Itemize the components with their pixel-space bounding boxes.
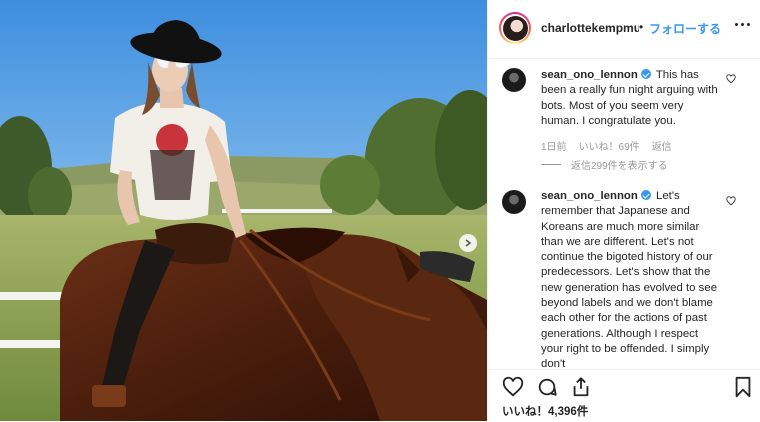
post-header: charlottekempmuhl • フォローする	[488, 0, 760, 59]
share-icon[interactable]	[570, 376, 592, 398]
comment-meta: 1日前 いいね！69件 返信	[541, 138, 684, 153]
comment-icon[interactable]	[536, 376, 558, 398]
comments-list: sean_ono_lennon This has been a really f…	[488, 59, 760, 369]
comment-body: sean_ono_lennon This has been a really f…	[541, 68, 719, 129]
commenter-avatar[interactable]	[502, 68, 526, 92]
verified-badge-icon	[640, 69, 651, 79]
follow-button[interactable]: フォローする	[649, 20, 721, 37]
comment-time: 1日前	[541, 142, 567, 153]
post-photo[interactable]	[0, 0, 487, 421]
chevron-right-icon	[465, 239, 472, 247]
more-options-icon[interactable]	[732, 14, 752, 34]
commenter-username[interactable]: sean_ono_lennon	[541, 190, 638, 202]
carousel-next-button[interactable]	[459, 234, 477, 252]
account-username[interactable]: charlottekempmuhl	[541, 21, 639, 35]
bookmark-icon[interactable]	[732, 376, 754, 398]
photo-woman-on-horse	[0, 0, 487, 421]
comment-like-heart-icon[interactable]	[726, 196, 736, 206]
replies-divider	[541, 164, 561, 165]
post-side-panel: charlottekempmuhl • フォローする sean_ono_lenn…	[487, 0, 760, 421]
view-replies-label: 返信299件を表示する	[571, 161, 668, 172]
comment-text: Let's remember that Japanese and Koreans…	[541, 190, 718, 369]
account-avatar[interactable]	[499, 12, 531, 44]
comment-reply-button[interactable]: 返信	[652, 142, 672, 153]
commenter-avatar[interactable]	[502, 190, 526, 214]
post-footer: いいね！4,396件	[488, 369, 760, 422]
header-separator: •	[639, 20, 644, 34]
verified-badge-icon	[640, 190, 651, 200]
instagram-post: charlottekempmuhl • フォローする sean_ono_lenn…	[0, 0, 760, 421]
commenter-username[interactable]: sean_ono_lennon	[541, 69, 638, 81]
comment-body: sean_ono_lennon Let's remember that Japa…	[541, 189, 719, 369]
heart-icon[interactable]	[502, 376, 524, 398]
likes-count[interactable]: いいね！4,396件	[502, 403, 588, 419]
comment-likes[interactable]: いいね！69件	[579, 142, 640, 153]
view-replies-button[interactable]: 返信299件を表示する	[541, 157, 668, 172]
comment-like-heart-icon[interactable]	[726, 74, 736, 84]
